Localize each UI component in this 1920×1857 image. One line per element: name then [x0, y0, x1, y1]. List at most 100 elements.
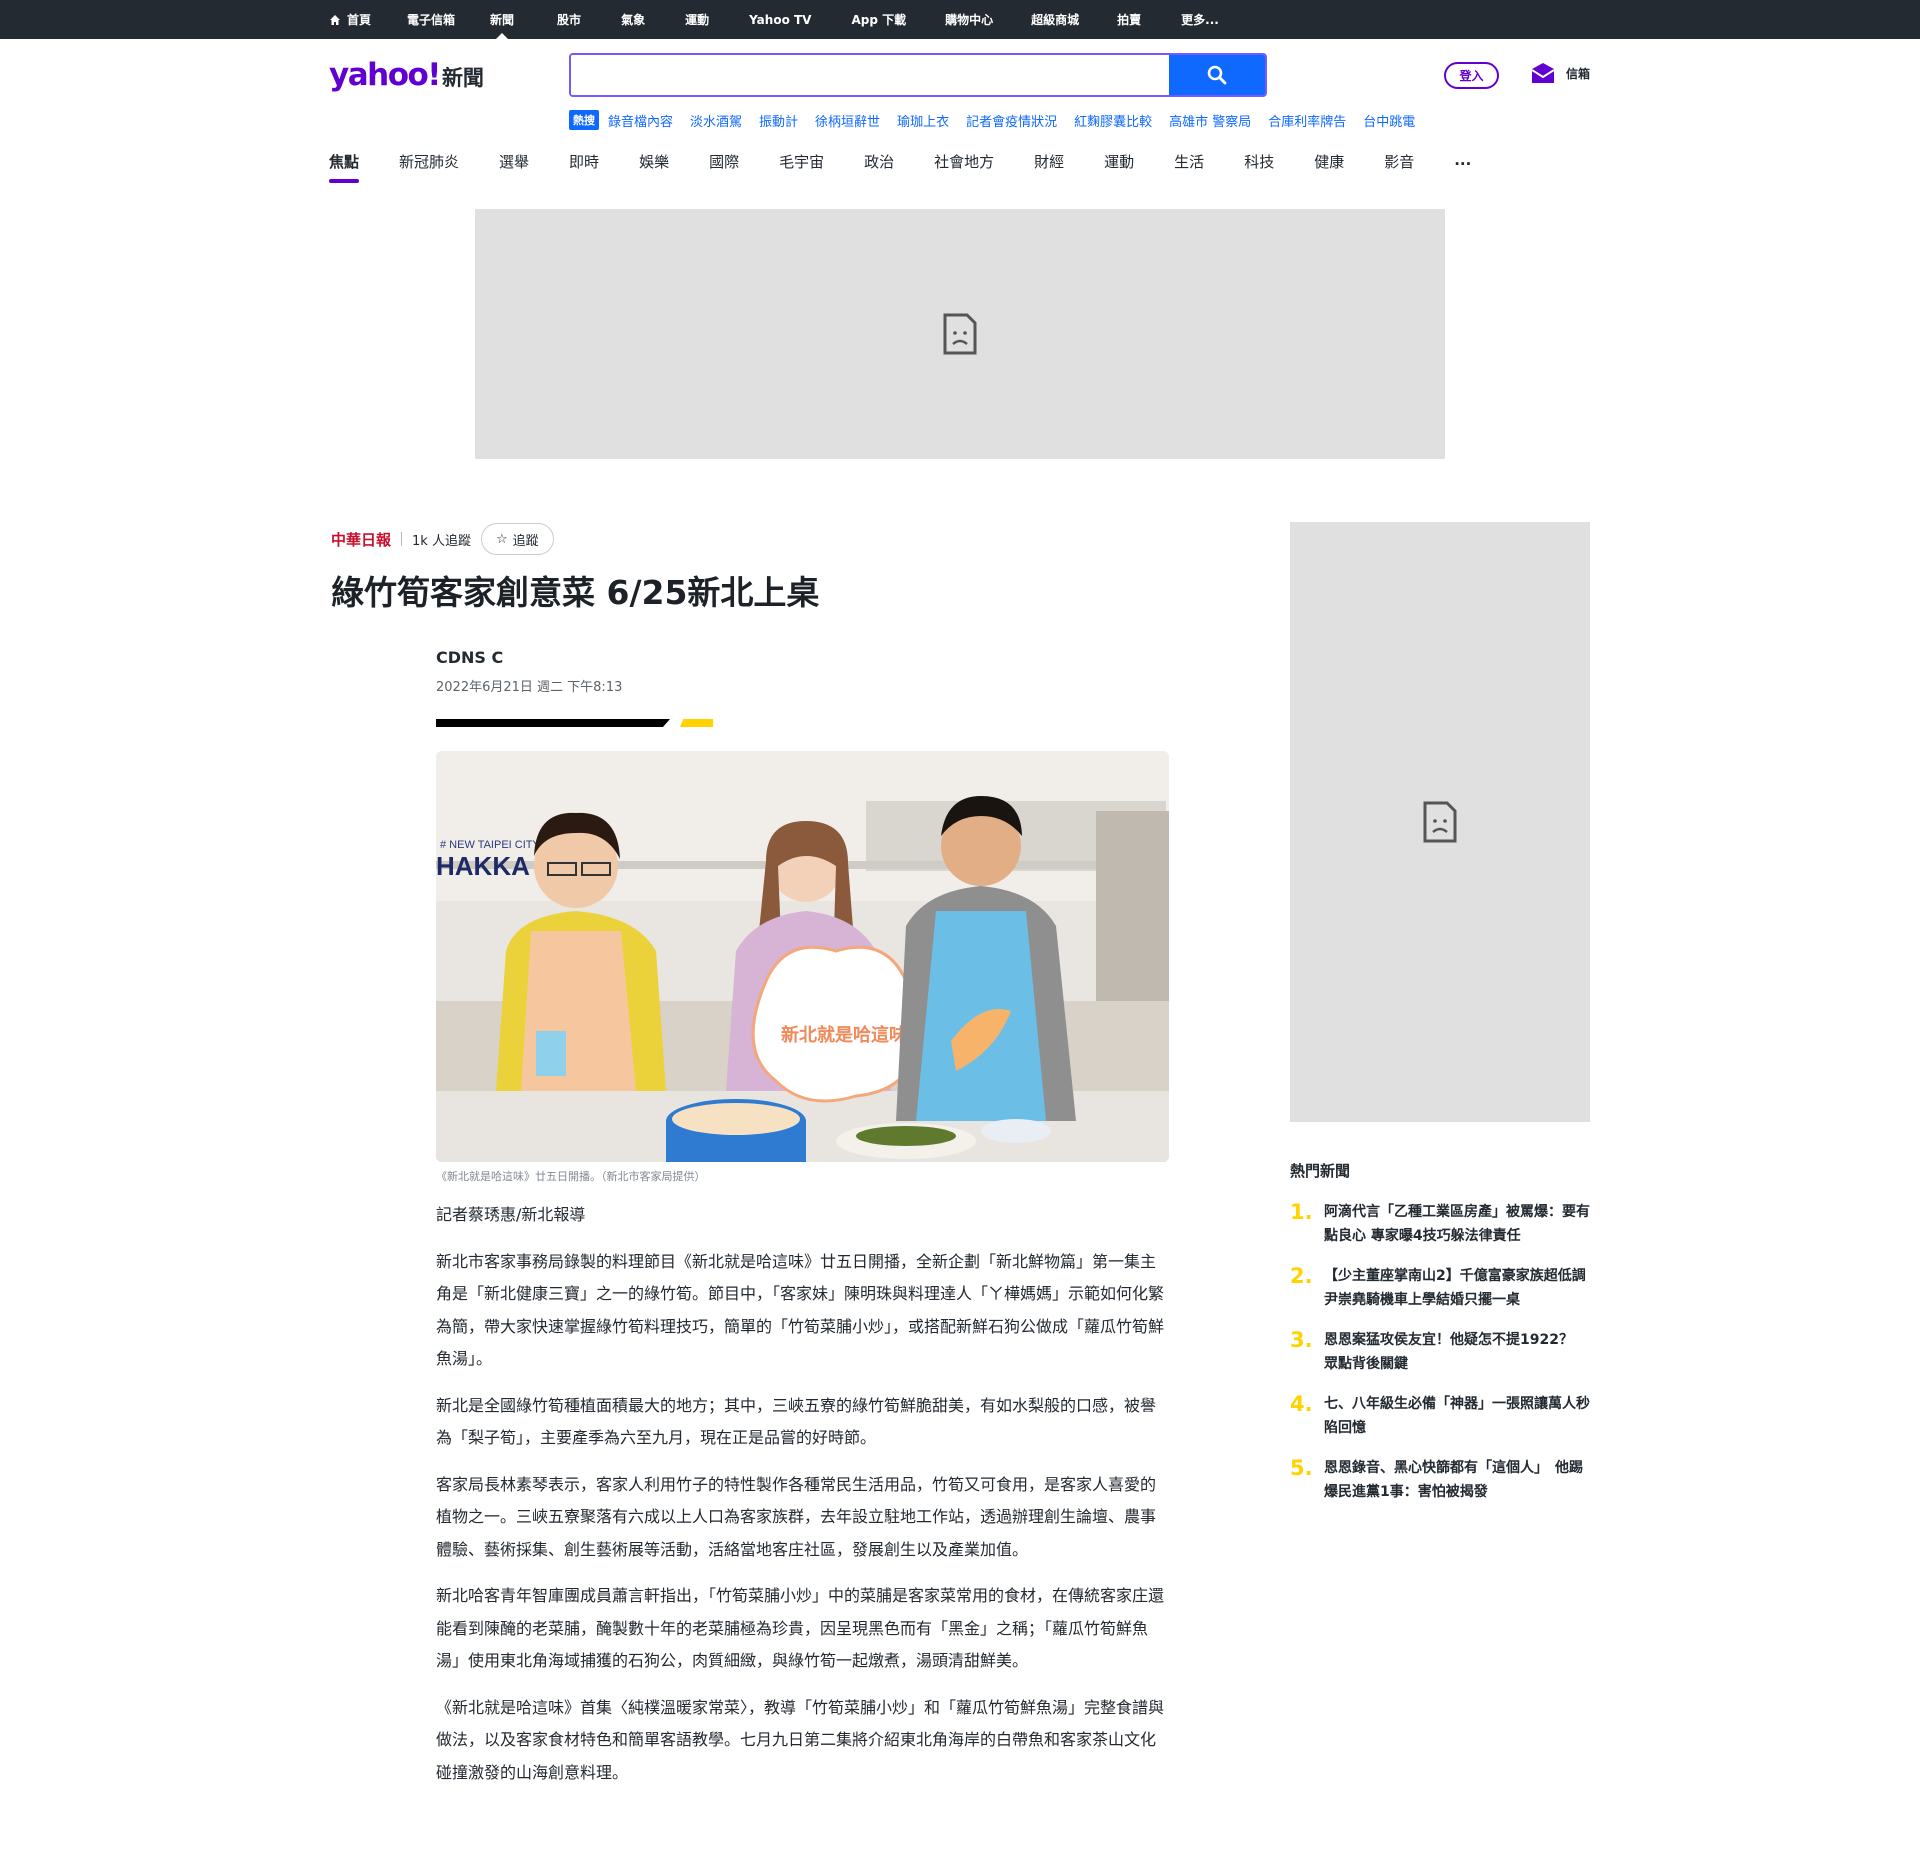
article-author: CDNS C: [436, 648, 504, 667]
article-paragraph: 新北市客家事務局錄製的料理節目《新北就是哈這味》廿五日開播，全新企劃「新北鮮物篇…: [436, 1251, 1165, 1369]
trending-tag: 熱搜: [569, 110, 599, 130]
topnav-auction[interactable]: 拍賣: [1117, 0, 1141, 39]
trending-item[interactable]: 徐柄垣辭世: [815, 111, 880, 130]
cat-entertainment[interactable]: 娛樂: [639, 151, 669, 183]
cat-finance[interactable]: 財經: [1034, 151, 1064, 183]
search-bar: [569, 53, 1267, 97]
mail-link[interactable]: 信箱: [1530, 62, 1590, 84]
banner-ad[interactable]: [475, 209, 1445, 459]
logo-yahoo-text: yahoo!: [329, 57, 441, 93]
cat-realtime[interactable]: 即時: [569, 151, 599, 183]
topnav-home[interactable]: 首頁: [329, 0, 371, 39]
trending-item[interactable]: 瑜珈上衣: [897, 111, 949, 130]
mail-icon: [1531, 63, 1555, 83]
hot-news-headline[interactable]: 【少主董座掌南山2】千億富豪家族超低調 尹崇堯騎機車上學結婚只擺一桌: [1324, 1264, 1600, 1312]
photo-caption: 《新北就是哈這味》廿五日開播。（新北市客家局提供）: [436, 1170, 706, 1183]
cat-focus[interactable]: 焦點: [329, 151, 360, 183]
article-photo-illustration: # NEW TAIPEI CITY HAKKA 新北就是哈這味: [436, 751, 1169, 1162]
hot-news-rank: 4.: [1290, 1392, 1313, 1416]
trending-item[interactable]: 錄音檔內容: [608, 111, 673, 130]
topnav-yahoo-tv[interactable]: Yahoo TV: [749, 0, 811, 39]
sidebar-ad[interactable]: [1290, 522, 1590, 1122]
cat-election[interactable]: 選舉: [499, 151, 529, 183]
yahoo-news-logo[interactable]: yahoo! 新聞: [329, 57, 484, 93]
divider-bar-yellow: [680, 719, 713, 727]
article-paragraph: 客家局長林素琴表示，客家人利用竹子的特性製作各種常民生活用品，竹筍又可食用，是客…: [436, 1474, 1157, 1559]
follow-button[interactable]: ☆ 追蹤: [480, 523, 554, 555]
search-input[interactable]: [571, 55, 1169, 95]
hot-news-headline[interactable]: 恩恩錄音、黑心快篩都有「這個人」 他踢爆民進黨1事：害怕被揭發: [1324, 1456, 1590, 1504]
topnav-more[interactable]: 更多...: [1181, 0, 1219, 39]
hot-news-title: 熱門新聞: [1290, 1162, 1351, 1180]
article-paragraph: 記者蔡琇惠/新北報導: [436, 1205, 586, 1224]
article-title: 綠竹筍客家創意菜 6/25新北上桌: [331, 573, 820, 612]
trending-item[interactable]: 記者會疫情狀況: [966, 111, 1057, 130]
hot-news-item[interactable]: 1. 阿滴代言「乙種工業區房產」被罵爆：要有點良心 專家曝4技巧躲法律責任: [1290, 1200, 1590, 1248]
hot-news-item[interactable]: 4. 七、八年級生必備「神器」一張照讓萬人秒陷回憶: [1290, 1392, 1590, 1440]
follow-label: 追蹤: [512, 533, 539, 549]
topnav-weather[interactable]: 氣象: [621, 0, 645, 39]
search-icon: [1207, 65, 1227, 85]
trending-item[interactable]: 合庫利率牌告: [1268, 111, 1346, 130]
publisher-row: 中華日報 1k 人追蹤 ☆ 追蹤: [331, 523, 554, 555]
login-button[interactable]: 登入: [1444, 62, 1499, 89]
home-icon: [330, 14, 340, 25]
trending-item[interactable]: 台中跳電: [1363, 111, 1415, 130]
trending-item[interactable]: 高雄市 警察局: [1169, 111, 1251, 130]
hot-news-rank: 1.: [1290, 1200, 1313, 1224]
topnav-news[interactable]: 新聞: [490, 0, 514, 39]
topnav-home-label: 首頁: [347, 13, 372, 27]
publisher-divider: [401, 532, 403, 546]
photo-sign-text: 新北就是哈這味: [781, 1024, 907, 1046]
star-icon: ☆: [495, 531, 508, 547]
cat-more[interactable]: ...: [1454, 151, 1471, 183]
topnav-mail[interactable]: 電子信箱: [407, 0, 455, 39]
hot-news-list: 1. 阿滴代言「乙種工業區房產」被罵爆：要有點良心 專家曝4技巧躲法律責任 2.…: [1290, 1200, 1600, 1520]
cat-covid[interactable]: 新冠肺炎: [399, 151, 459, 183]
article-photo[interactable]: # NEW TAIPEI CITY HAKKA 新北就是哈這味: [436, 751, 1169, 1162]
hot-news-rank: 2.: [1290, 1264, 1313, 1288]
hot-news-headline[interactable]: 阿滴代言「乙種工業區房產」被罵爆：要有點良心 專家曝4技巧躲法律責任: [1324, 1200, 1590, 1248]
topnav-shopping[interactable]: 購物中心: [945, 0, 993, 39]
hot-news-headline[interactable]: 七、八年級生必備「神器」一張照讓萬人秒陷回憶: [1324, 1392, 1590, 1440]
search-button[interactable]: [1169, 55, 1265, 95]
hot-news-item[interactable]: 2. 【少主董座掌南山2】千億富豪家族超低調 尹崇堯騎機車上學結婚只擺一桌: [1290, 1264, 1600, 1312]
article-paragraph: 新北哈客青年智庫團成員蕭言軒指出，「竹筍菜脯小炒」中的菜脯是客家菜常用的食材，在…: [436, 1586, 1165, 1670]
cat-politics[interactable]: 政治: [864, 151, 894, 183]
topnav-stock[interactable]: 股市: [557, 0, 581, 39]
publisher-logo[interactable]: 中華日報: [331, 529, 391, 550]
cat-sports[interactable]: 運動: [1104, 151, 1134, 183]
hot-news-headline[interactable]: 恩恩案猛攻侯友宜！他疑怎不提1922？ 眾點背後關鍵: [1324, 1328, 1590, 1376]
topnav-sports[interactable]: 運動: [685, 0, 709, 39]
top-bar: 首頁 電子信箱 新聞 股市 氣象 運動 Yahoo TV App 下載 購物中心…: [0, 0, 1920, 39]
topnav-mall[interactable]: 超級商城: [1031, 0, 1079, 39]
cat-international[interactable]: 國際: [709, 151, 739, 183]
cat-health[interactable]: 健康: [1314, 151, 1344, 183]
article-paragraph: 新北是全國綠竹筍種植面積最大的地方；其中，三峽五寮的綠竹筍鮮脆甜美，有如水梨般的…: [436, 1395, 1157, 1448]
hot-news-rank: 5.: [1290, 1456, 1313, 1480]
category-nav: 焦點 新冠肺炎 選舉 即時 娛樂 國際 毛宇宙 政治 社會地方 財經 運動 生活…: [329, 151, 1471, 183]
hot-news-rank: 3.: [1290, 1328, 1313, 1352]
mail-label: 信箱: [1566, 66, 1591, 81]
cat-society[interactable]: 社會地方: [934, 151, 994, 183]
follower-count: 1k 人追蹤: [412, 533, 471, 549]
trending-item[interactable]: 紅麴膠囊比較: [1074, 111, 1152, 130]
article-body: 記者蔡琇惠/新北報導 新北市客家事務局錄製的料理節目《新北就是哈這味》廿五日開播…: [436, 1199, 1169, 1803]
top-nav: 首頁 電子信箱 新聞 股市 氣象 運動 Yahoo TV App 下載 購物中心…: [329, 0, 1219, 39]
trending-item[interactable]: 淡水酒駕: [690, 111, 742, 130]
hot-news-item[interactable]: 3. 恩恩案猛攻侯友宜！他疑怎不提1922？ 眾點背後關鍵: [1290, 1328, 1590, 1376]
divider-bar-black: [436, 719, 670, 727]
photo-text-city: # NEW TAIPEI CITY: [440, 839, 540, 851]
article-paragraph: 《新北就是哈這味》首集〈純樸溫暖家常菜〉，教導「竹筍菜脯小炒」和「蘿瓜竹筍鮮魚湯…: [436, 1697, 1165, 1782]
trending-item[interactable]: 振動計: [759, 111, 798, 130]
cat-video[interactable]: 影音: [1384, 151, 1414, 183]
broken-image-icon: [943, 313, 977, 355]
hot-news-item[interactable]: 5. 恩恩錄音、黑心快篩都有「這個人」 他踢爆民進黨1事：害怕被揭發: [1290, 1456, 1590, 1504]
cat-pets[interactable]: 毛宇宙: [779, 151, 824, 183]
article-date: 2022年6月21日 週二 下午8:13: [436, 680, 623, 695]
topnav-app-download[interactable]: App 下載: [851, 0, 906, 39]
broken-image-icon: [1423, 801, 1457, 843]
logo-section-text: 新聞: [441, 66, 484, 90]
cat-life[interactable]: 生活: [1174, 151, 1204, 183]
cat-tech[interactable]: 科技: [1244, 151, 1274, 183]
